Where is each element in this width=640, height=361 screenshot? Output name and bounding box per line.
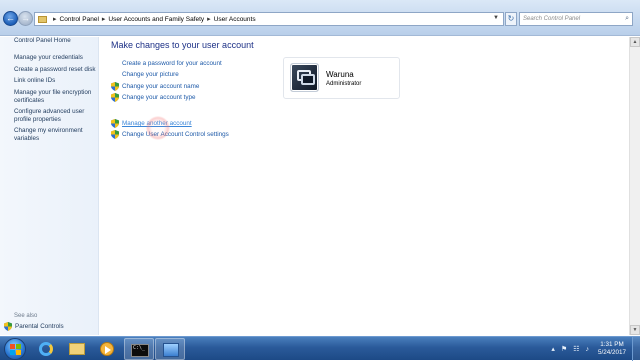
parental-controls-link[interactable]: Parental Controls [4, 322, 64, 331]
forward-button[interactable]: → [18, 11, 33, 26]
link-online-ids-link[interactable]: Link online IDs [14, 77, 96, 85]
uac-shield-icon [111, 119, 119, 128]
refresh-button[interactable]: ↻ [505, 12, 517, 26]
system-tray: ▴ ⚑ ☷ ♪ 1:31 PM 5/24/2017 [548, 337, 640, 361]
account-name: Waruna [326, 70, 354, 79]
task-label: Create a password for your account [122, 60, 222, 67]
breadcrumb-chevron-icon: ▸ [101, 16, 106, 23]
show-hidden-icons-icon[interactable]: ▴ [551, 345, 555, 353]
advanced-profile-link[interactable]: Configure advanced user profile properti… [14, 108, 96, 124]
scroll-up-icon[interactable]: ▲ [630, 37, 640, 47]
uac-settings-link[interactable]: Change User Account Control settings [111, 130, 229, 139]
page-title: Make changes to your user account [111, 40, 254, 50]
clock-time: 1:31 PM [600, 341, 624, 348]
uac-shield-icon [111, 93, 119, 102]
windows-explorer-icon[interactable] [62, 338, 92, 360]
control-panel-folder-icon [38, 15, 47, 23]
task-label: Change your account name [122, 83, 200, 90]
volume-icon[interactable]: ♪ [585, 346, 589, 353]
account-role: Administrator [326, 81, 362, 87]
windows-user-tile-icon [290, 63, 319, 92]
task-label: Change User Account Control settings [122, 131, 229, 138]
command-prompt-icon[interactable]: C:\_ [124, 338, 154, 360]
vertical-scrollbar[interactable]: ▲ ▼ [629, 37, 640, 335]
control-panel-icon[interactable] [155, 338, 185, 360]
uac-shield-icon [111, 130, 119, 139]
left-pane: Control Panel Home Manage your credentia… [0, 37, 99, 335]
breadcrumb-chevron-icon: ▸ [207, 16, 211, 23]
manage-credentials-link[interactable]: Manage your credentials [14, 54, 96, 62]
internet-explorer-icon[interactable] [30, 338, 60, 360]
media-player-icon[interactable] [92, 338, 122, 360]
clock-date: 5/24/2017 [597, 349, 626, 356]
see-also-heading: See also [14, 313, 38, 319]
search-icon[interactable]: ⌕ [625, 13, 629, 25]
breadcrumb-control-panel[interactable]: Control Panel [60, 16, 99, 23]
navigation-bar: ← → ▸ Control Panel ▸ User Accounts and … [0, 0, 640, 36]
mouse-cursor-highlight [146, 116, 170, 140]
show-desktop-button[interactable] [632, 337, 640, 361]
address-bar[interactable]: ▸ Control Panel ▸ User Accounts and Fami… [34, 12, 504, 26]
control-panel-home-link[interactable]: Control Panel Home [14, 37, 96, 45]
uac-shield-icon [4, 322, 12, 331]
create-password-link[interactable]: Create a password for your account [111, 60, 222, 67]
back-button[interactable]: ← [3, 11, 18, 26]
clock[interactable]: 1:31 PM 5/24/2017 [598, 341, 626, 357]
task-label: Change your picture [122, 71, 179, 78]
action-center-flag-icon[interactable]: ⚑ [561, 345, 567, 353]
scroll-down-icon[interactable]: ▼ [630, 325, 640, 335]
change-picture-link[interactable]: Change your picture [111, 71, 179, 78]
address-dropdown-icon[interactable]: ▼ [493, 15, 499, 21]
search-input[interactable]: Search Control Panel ⌕ [519, 12, 633, 26]
create-reset-disk-link[interactable]: Create a password reset disk [14, 66, 96, 74]
network-icon[interactable]: ☷ [573, 345, 579, 353]
breadcrumb-user-accounts[interactable]: User Accounts [214, 16, 256, 23]
account-card: Waruna Administrator [283, 57, 400, 99]
change-account-name-link[interactable]: Change your account name [111, 82, 199, 91]
breadcrumb-chevron-icon: ▸ [53, 16, 57, 23]
task-label: Change your account type [122, 94, 196, 101]
search-placeholder: Search Control Panel [523, 16, 581, 22]
taskbar: C:\_ ▴ ⚑ ☷ ♪ 1:31 PM 5/24/2017 [0, 336, 640, 361]
uac-shield-icon [111, 82, 119, 91]
file-encryption-link[interactable]: Manage your file encryption certificates [14, 89, 96, 105]
change-account-type-link[interactable]: Change your account type [111, 93, 196, 102]
breadcrumb-user-accounts-family-safety[interactable]: User Accounts and Family Safety [108, 16, 204, 23]
start-button[interactable] [4, 338, 26, 360]
parental-controls-label: Parental Controls [15, 323, 64, 330]
environment-variables-link[interactable]: Change my environment variables [14, 127, 96, 143]
